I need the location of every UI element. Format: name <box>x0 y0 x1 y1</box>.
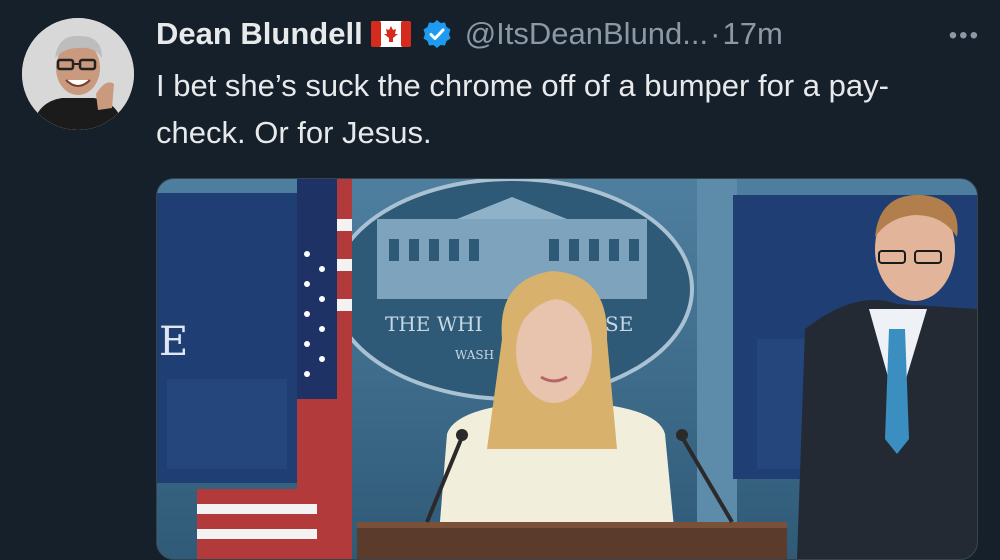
tweet-header: Dean Blundell @ItsDeanBlund... · 17m ••• <box>156 14 980 54</box>
tweet-media-video[interactable]: THE WHI SE WASH E <box>156 178 978 560</box>
seal-text-right: SE <box>605 312 633 336</box>
verified-badge-icon[interactable] <box>421 18 453 50</box>
left-screen-text: E <box>159 319 188 365</box>
avatar-image <box>22 18 134 130</box>
canada-flag-icon <box>370 21 411 47</box>
seal-text-left: THE WHI <box>385 312 483 336</box>
seal-text-bottom: WASH <box>455 348 494 362</box>
author-name[interactable]: Dean Blundell <box>156 16 363 52</box>
press-briefing-image: THE WHI SE WASH E <box>157 179 977 559</box>
tweet-timestamp[interactable]: 17m <box>722 16 782 52</box>
author-avatar[interactable] <box>22 18 134 130</box>
tweet-text: I bet she’s suck the chrome off of a bum… <box>156 68 889 150</box>
author-handle[interactable]: @ItsDeanBlund... <box>465 16 708 52</box>
separator-dot: · <box>710 16 721 51</box>
more-options-icon[interactable]: ••• <box>949 22 980 50</box>
